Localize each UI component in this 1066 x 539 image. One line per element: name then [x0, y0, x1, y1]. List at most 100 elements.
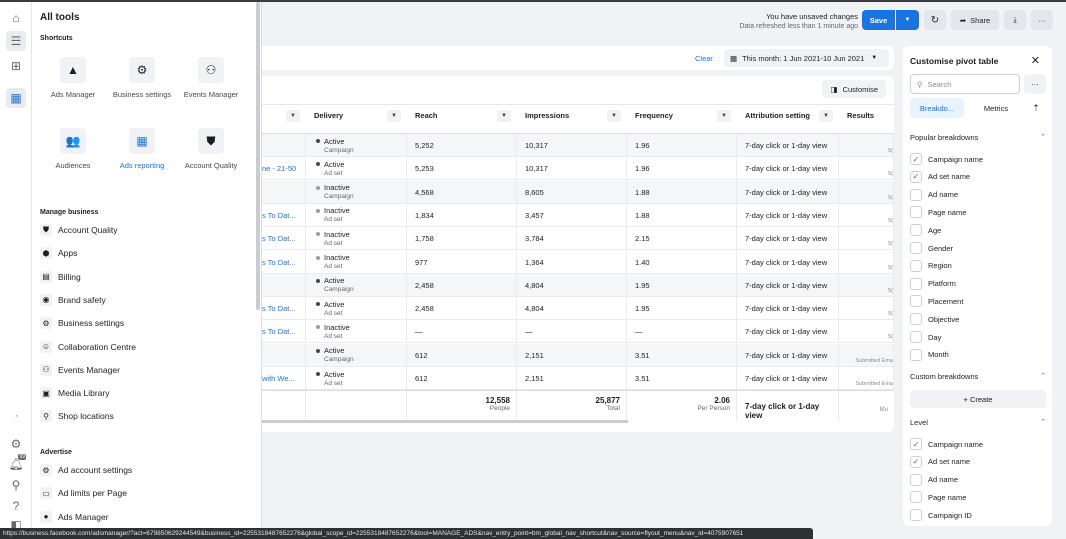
row-name-link[interactable]: s To Dat... [262, 250, 306, 274]
horizontal-scrollbar[interactable] [262, 420, 628, 424]
custom-breakdowns-heading[interactable]: Custom breakdowns ⌃ [910, 372, 1046, 381]
checkbox-box[interactable] [910, 259, 922, 272]
menu-item-media-library[interactable]: ▣ Media Library [40, 384, 110, 402]
checkbox-placement[interactable]: Placement [910, 294, 963, 308]
checkbox-page-name[interactable]: Page name [910, 490, 966, 504]
checkbox-ad-name[interactable]: Ad name [910, 473, 958, 487]
popular-breakdowns-heading[interactable]: Popular breakdowns ⌃ [910, 133, 1046, 142]
checkbox-campaign-name[interactable]: ✓ Campaign name [910, 152, 983, 166]
menu-item-ad-limits-per-page[interactable]: ▭ Ad limits per Page [40, 484, 127, 502]
column-header-impressions[interactable]: Impressions ▼ [517, 104, 627, 134]
column-header-delivery[interactable]: Delivery ▼ [306, 104, 407, 134]
shortcut-account-quality[interactable]: ⛊ Account Quality [181, 128, 241, 171]
flyout-scrollbar[interactable] [256, 2, 260, 310]
menu-item-events-manager[interactable]: ⚇ Events Manager [40, 361, 120, 379]
checkmark-icon[interactable]: ✓ [910, 153, 922, 165]
row-name-link[interactable]: s To Dat... [262, 297, 306, 321]
row-name-link[interactable] [262, 180, 306, 204]
checkbox-objective[interactable]: Objective [910, 312, 959, 326]
checkbox-ad-name[interactable]: Ad name [910, 188, 958, 202]
checkbox-month[interactable]: Month [910, 348, 949, 362]
row-name-link[interactable] [262, 343, 306, 367]
menu-item-apps[interactable]: ⬢ Apps [40, 244, 77, 262]
date-range-picker[interactable]: ▦ This month: 1 Jun 2021-10 Jun 2021 ▼ [724, 49, 889, 67]
row-name-link[interactable]: with We... [262, 367, 306, 390]
menu-item-brand-safety[interactable]: ◉ Brand safety [40, 291, 106, 309]
checkmark-icon[interactable]: ✓ [910, 438, 922, 450]
shortcut-ads-manager[interactable]: ▲ Ads Manager [43, 57, 103, 100]
checkbox-box[interactable] [910, 206, 922, 219]
ads-reporting-icon[interactable]: ▦ [6, 88, 26, 108]
shortcut-business-settings[interactable]: ⚙ Business settings [112, 57, 172, 100]
settings-icon[interactable]: ⚙ [6, 434, 26, 454]
pivot-search-input[interactable]: ⚲ Search [910, 74, 1020, 94]
checkbox-box[interactable] [910, 313, 922, 326]
column-header-frequency[interactable]: Frequency ▼ [627, 104, 737, 134]
checkmark-icon[interactable]: ✓ [910, 455, 922, 468]
checkbox-box[interactable] [910, 188, 922, 201]
checkbox-day[interactable]: Day [910, 330, 941, 344]
column-header-name[interactable]: ▼ [262, 104, 306, 134]
create-breakdown-button[interactable]: + Create [910, 390, 1046, 408]
shortcut-audiences[interactable]: 👥 Audiences [43, 128, 103, 171]
level-heading[interactable]: Level ⌃ [910, 418, 1046, 427]
sort-dropdown-icon[interactable]: ▼ [497, 110, 511, 122]
checkbox-box[interactable] [910, 295, 922, 308]
column-header-reach[interactable]: Reach ▼ [407, 104, 517, 134]
checkbox-box[interactable] [910, 277, 922, 290]
checkbox-box[interactable] [910, 224, 922, 237]
search-icon[interactable]: ⚲ [6, 475, 26, 495]
column-header-attribution[interactable]: Attribution setting ▼ [737, 104, 839, 134]
refresh-button[interactable]: ↻ [924, 10, 946, 30]
checkbox-campaign-id[interactable]: Campaign ID [910, 508, 972, 522]
checkmark-icon[interactable]: ✓ [910, 170, 922, 183]
checkbox-platform[interactable]: Platform [910, 277, 956, 291]
notebook-add-icon[interactable]: ⊞ [6, 56, 26, 76]
sort-dropdown-icon[interactable]: ▼ [387, 110, 401, 122]
menu-item-shop-locations[interactable]: ⚲ Shop locations [40, 407, 114, 425]
checkbox-box[interactable] [910, 331, 922, 343]
sort-dropdown-icon[interactable]: ▼ [819, 110, 833, 122]
row-name-link[interactable]: s To Dat... [262, 227, 306, 251]
save-button[interactable]: Save [862, 10, 895, 30]
checkbox-ad-set-name[interactable]: ✓ Ad set name [910, 170, 970, 184]
row-name-link[interactable] [262, 134, 306, 157]
row-name-link[interactable]: s To Dat... [262, 320, 306, 344]
row-name-link[interactable]: ne - 21-50 [262, 157, 306, 181]
sort-dropdown-icon[interactable]: ▼ [607, 110, 621, 122]
shortcut-events-manager[interactable]: ⚇ Events Manager [181, 57, 241, 100]
tab-breakdowns[interactable]: Breakdo... [910, 98, 964, 118]
checkbox-box[interactable] [910, 473, 922, 486]
checkbox-page-name[interactable]: Page name [910, 205, 966, 219]
menu-item-ad-account-settings[interactable]: ⚙ Ad account settings [40, 461, 132, 479]
menu-item-collaboration-centre[interactable]: ☺ Collaboration Centre [40, 338, 136, 356]
menu-item-account-quality[interactable]: ⛊ Account Quality [40, 221, 118, 239]
save-dropdown-button[interactable]: ▼ [896, 10, 919, 30]
checkbox-box[interactable] [910, 491, 922, 504]
menu-icon[interactable]: ☰ [6, 31, 26, 51]
checkbox-gender[interactable]: Gender [910, 241, 953, 255]
sort-dropdown-icon[interactable]: ▼ [286, 110, 300, 122]
checkbox-box[interactable] [910, 348, 922, 361]
shortcut-ads-reporting[interactable]: ▦ Ads reporting [112, 128, 172, 171]
clear-filters-link[interactable]: Clear [695, 54, 713, 63]
checkbox-box[interactable] [910, 242, 922, 254]
sort-dropdown-icon[interactable]: ▼ [717, 110, 731, 122]
row-name-link[interactable]: s To Dat... [262, 203, 306, 227]
share-button[interactable]: ➦ Share [951, 10, 999, 30]
pivot-more-button[interactable]: ··· [1024, 74, 1046, 94]
home-icon[interactable]: ⌂ [6, 8, 26, 28]
menu-item-ads-manager[interactable]: ● Ads Manager [40, 508, 109, 526]
tab-metrics[interactable]: Metrics [969, 98, 1023, 118]
menu-item-business-settings[interactable]: ⚙ Business settings [40, 314, 124, 332]
checkbox-box[interactable] [910, 509, 922, 522]
checkbox-campaign-name[interactable]: ✓ Campaign name [910, 437, 983, 451]
sort-icon[interactable]: ⇡ [1027, 98, 1045, 118]
checkbox-ad-set-name[interactable]: ✓ Ad set name [910, 455, 970, 469]
column-header-results[interactable]: Results [839, 104, 894, 134]
checkbox-region[interactable]: Region [910, 259, 952, 273]
download-button[interactable]: ⤓ [1004, 10, 1026, 30]
row-name-link[interactable] [262, 273, 306, 297]
help-icon[interactable]: ? [6, 496, 26, 516]
notifications-icon[interactable]: 🔔︎ 99 [6, 454, 26, 474]
